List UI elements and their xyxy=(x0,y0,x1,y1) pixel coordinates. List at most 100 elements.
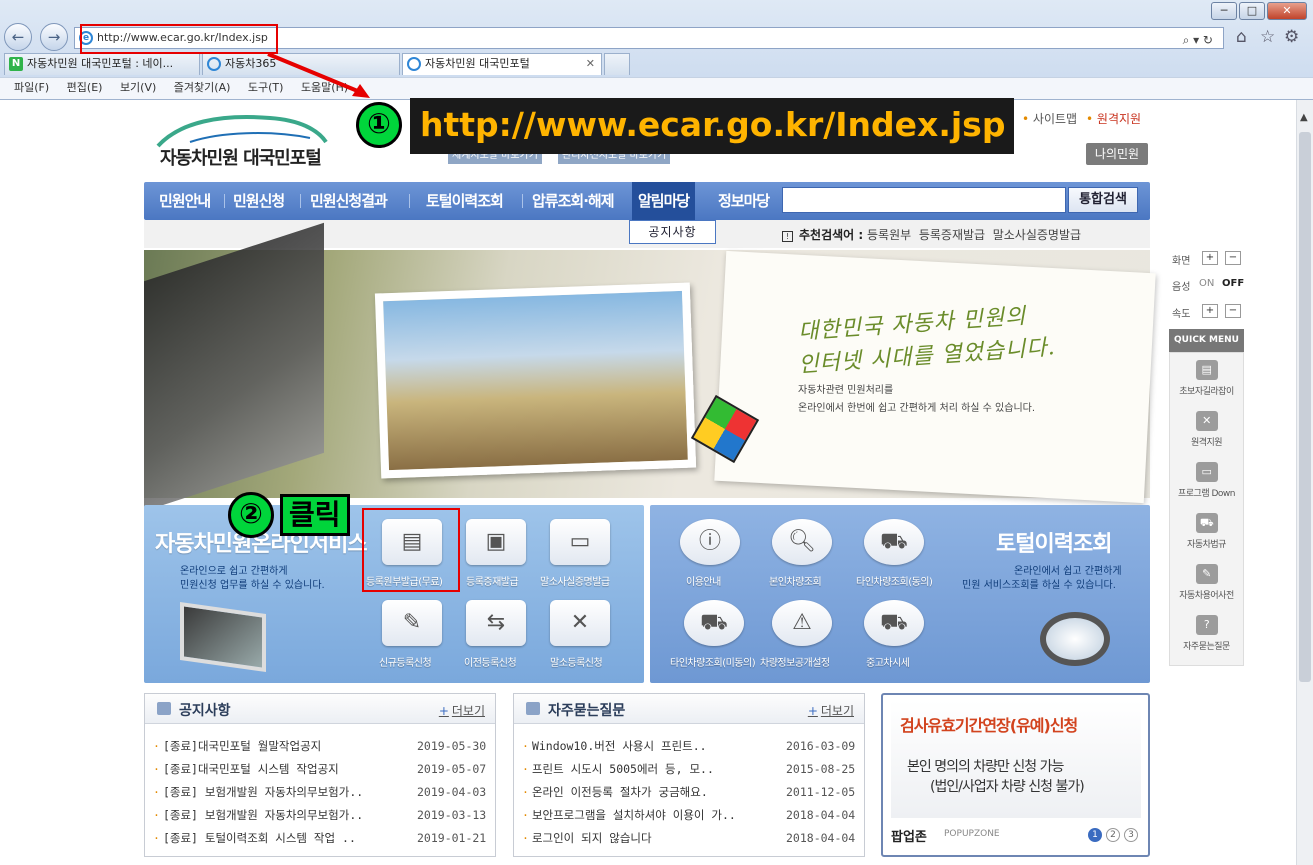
speed-down-button[interactable]: − xyxy=(1225,304,1241,318)
service-other-car-disagree[interactable]: 타인차량조회(미동의) xyxy=(670,654,756,669)
back-button[interactable]: ← xyxy=(4,23,32,51)
popup-page-2[interactable]: 2 xyxy=(1106,828,1120,842)
list-item[interactable]: · [종료]대국민포털 시스템 작업공지 xyxy=(153,761,339,777)
nav-minwon-guide[interactable]: 민원안내 xyxy=(159,182,211,220)
faq-more-link[interactable]: + 더보기 xyxy=(808,702,854,719)
list-item[interactable]: · [종료] 보험개발원 자동차의무보험가.. xyxy=(153,784,363,800)
nav-minwon-apply[interactable]: 민원신청 xyxy=(233,182,285,220)
monitor-icon[interactable]: ▭ xyxy=(550,519,610,565)
site-logo[interactable]: 자동차민원 대국민포털 xyxy=(160,144,322,170)
transfer-icon[interactable]: ⇆ xyxy=(466,600,526,646)
cancel-register-icon[interactable]: ✕ xyxy=(550,600,610,646)
integrated-search-button[interactable]: 통합검색 xyxy=(1068,187,1138,213)
warning-icon[interactable]: ⚠ xyxy=(772,600,832,646)
new-register-icon[interactable]: ✎ xyxy=(382,600,442,646)
voice-on[interactable]: ON xyxy=(1199,278,1214,289)
faq-title: 자주묻는질문 xyxy=(548,703,626,719)
scrollbar-thumb[interactable] xyxy=(1299,132,1311,682)
service-reissue[interactable]: 등록증재발급 xyxy=(466,573,519,588)
menu-view[interactable]: 보기(V) xyxy=(120,81,156,94)
list-item[interactable]: · [종료] 보험개발원 자동차의무보험가.. xyxy=(153,807,363,823)
nav-minwon-result[interactable]: 민원신청결과 xyxy=(310,182,388,220)
quick-faq[interactable]: ? 자주묻는질문 xyxy=(1169,615,1244,652)
popup-title: 검사유효기간연장(유예)신청 xyxy=(900,716,1078,735)
remote-support-link[interactable]: • 원격지원 xyxy=(1086,110,1141,127)
vertical-scrollbar[interactable]: ▲ xyxy=(1296,100,1313,865)
service-transfer[interactable]: 이전등록신청 xyxy=(464,654,517,669)
menu-file[interactable]: 파일(F) xyxy=(14,81,49,94)
menu-favorites[interactable]: 즐겨찾기(A) xyxy=(174,81,231,94)
nav-info[interactable]: 정보마당 xyxy=(718,182,770,220)
notice-more-link[interactable]: + 더보기 xyxy=(439,702,485,719)
list-item[interactable]: · 로그인이 되지 않습니다 xyxy=(522,830,652,846)
list-item[interactable]: · 온라인 이전등록 절차가 궁금해요. xyxy=(522,784,708,800)
tools-icon: ✕ xyxy=(1195,411,1218,431)
popup-page-1[interactable]: 1 xyxy=(1088,828,1102,842)
service-cancel-register[interactable]: 말소등록신청 xyxy=(550,654,603,669)
service-cancel-cert[interactable]: 말소사실증명발급 xyxy=(540,573,610,588)
back-arrow-icon: ← xyxy=(11,28,25,46)
quick-law[interactable]: ⛟ 자동차법규 xyxy=(1169,513,1244,550)
notebook-image xyxy=(714,250,1156,504)
rec-word[interactable]: 등록원부 xyxy=(867,228,911,242)
voice-off[interactable]: OFF xyxy=(1222,278,1244,289)
reissue-icon[interactable]: ▣ xyxy=(466,519,526,565)
search-input[interactable] xyxy=(782,187,1066,213)
speed-up-button[interactable]: + xyxy=(1202,304,1218,318)
monitor-image xyxy=(180,601,266,673)
my-minwon-button[interactable]: 나의민원 xyxy=(1086,143,1148,165)
list-item[interactable]: · Window10.버전 사용시 프린트.. xyxy=(522,738,707,754)
maximize-button[interactable]: □ xyxy=(1239,2,1265,20)
zoom-out-button[interactable]: − xyxy=(1225,251,1241,265)
new-tab-button[interactable] xyxy=(604,53,630,75)
service-new-register[interactable]: 신규등록신청 xyxy=(379,654,432,669)
quick-dictionary[interactable]: ✎ 자동차용어사전 xyxy=(1169,564,1244,601)
used-car-icon[interactable]: ⛟ xyxy=(864,600,924,646)
banner-desc-1: 자동차관련 민원처리를 xyxy=(798,385,894,396)
service-guide[interactable]: 이용안내 xyxy=(686,573,721,588)
close-window-button[interactable]: ✕ xyxy=(1267,2,1307,20)
settings-gear-icon[interactable]: ⚙ xyxy=(1284,27,1299,47)
popupzone-label: 팝업존 xyxy=(891,830,927,845)
sitemap-link[interactable]: • 사이트맵 xyxy=(1022,110,1077,127)
popup-page-3[interactable]: 3 xyxy=(1124,828,1138,842)
popupzone-en-label: POPUPZONE xyxy=(944,829,1000,839)
quick-guide[interactable]: ▤ 초보자길라잡이 xyxy=(1169,360,1244,397)
home-icon[interactable]: ⌂ xyxy=(1236,27,1247,47)
close-tab-icon[interactable]: ✕ xyxy=(586,54,595,74)
scroll-up-icon[interactable]: ▲ xyxy=(1300,112,1308,123)
forward-button[interactable]: → xyxy=(40,23,68,51)
nav-notice-board[interactable]: 알림마당 xyxy=(632,182,696,220)
zoom-in-button[interactable]: + xyxy=(1202,251,1218,265)
list-item[interactable]: · 보안프로그램을 설치하셔야 이용이 가.. xyxy=(522,807,736,823)
download-icon: ▭ xyxy=(1195,462,1218,482)
list-date: 2016-03-09 xyxy=(786,739,856,753)
service-my-car[interactable]: 본인차량조회 xyxy=(769,573,822,588)
nav-total-history[interactable]: 토털이력조회 xyxy=(426,182,504,220)
submenu-notice[interactable]: 공지사항 xyxy=(629,220,716,244)
rec-word[interactable]: 등록증재발급 xyxy=(919,228,985,242)
faq-header: 자주묻는질문 + 더보기 xyxy=(514,694,864,724)
service-info-disclosure[interactable]: 차량정보공개설정 xyxy=(760,654,830,669)
menu-edit[interactable]: 편집(E) xyxy=(67,81,103,94)
info-icon[interactable]: ⓘ xyxy=(680,519,740,565)
quick-download[interactable]: ▭ 프로그램 Down xyxy=(1169,462,1244,499)
nav-seizure[interactable]: 압류조회·해제 xyxy=(532,182,614,220)
list-item[interactable]: · [종료]대국민포털 월말작업공지 xyxy=(153,738,321,754)
tab-ecar[interactable]: 자동차민원 대국민포털 ✕ xyxy=(402,53,602,75)
rec-word[interactable]: 말소사실증명발급 xyxy=(993,228,1081,242)
list-item[interactable]: · 프린트 시도시 5005에러 등, 모.. xyxy=(522,761,714,777)
service-used-car-price[interactable]: 중고차시세 xyxy=(866,654,910,669)
car-icon[interactable]: ⛟ xyxy=(864,519,924,565)
car-search-icon[interactable]: 🔍︎ xyxy=(772,519,832,565)
minimize-button[interactable]: ─ xyxy=(1211,2,1237,20)
service-other-car-agree[interactable]: 타인차량조회(동의) xyxy=(856,573,933,588)
favorites-star-icon[interactable]: ☆ xyxy=(1260,27,1275,47)
register-copy-highlight-box xyxy=(362,508,460,592)
tab-naver[interactable]: N 자동차민원 대국민포털 : 네이... xyxy=(4,53,200,75)
nav-separator xyxy=(522,194,523,208)
quick-remote[interactable]: ✕ 원격지원 xyxy=(1169,411,1244,448)
list-item[interactable]: · [종료] 토털이력조회 시스템 작업 .. xyxy=(153,830,356,846)
car-magnify-icon[interactable]: ⛟ xyxy=(684,600,744,646)
search-refresh-icon[interactable]: ⌕ ▾ ↻ xyxy=(1183,30,1213,50)
